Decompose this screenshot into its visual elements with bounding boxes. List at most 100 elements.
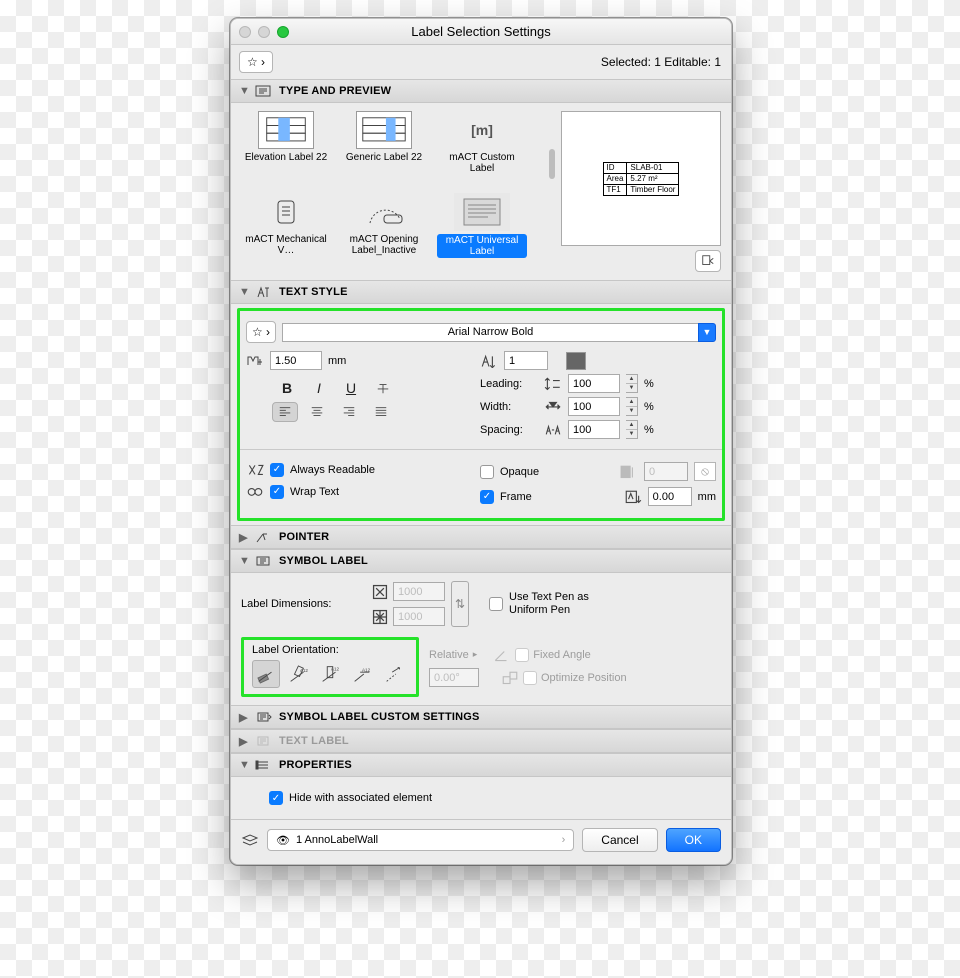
section-pointer[interactable]: ▶ POINTER [231, 525, 731, 549]
dim-x-icon [371, 583, 389, 601]
readable-icon [246, 462, 264, 478]
optimize-position-checkbox[interactable] [523, 671, 537, 685]
leading-stepper[interactable]: ▲▼ [626, 374, 638, 393]
width-icon [544, 399, 562, 415]
always-readable-checkbox[interactable]: ✓ [270, 463, 284, 477]
section-title: POINTER [279, 531, 329, 543]
dim-y-icon [371, 608, 389, 626]
opaque-label: Opaque [500, 466, 539, 478]
label-orientation-label: Label Orientation: [252, 644, 408, 656]
favorites-button[interactable]: ☆ › [239, 51, 273, 73]
align-left-button[interactable] [272, 402, 298, 422]
label-dimensions-label: Label Dimensions: [241, 598, 361, 610]
font-family-select[interactable]: Arial Narrow Bold ▼ [282, 323, 716, 342]
fixed-angle-checkbox[interactable] [515, 648, 529, 662]
settings-window: Label Selection Settings ☆ › Selected: 1… [230, 18, 732, 865]
spacing-input[interactable]: 100 [568, 420, 620, 439]
close-dot-icon[interactable] [239, 26, 251, 38]
text-pen-input[interactable]: 1 [504, 351, 548, 370]
font-size-input[interactable]: 1.50 [270, 351, 322, 370]
cancel-button[interactable]: Cancel [582, 828, 657, 852]
always-readable-label: Always Readable [290, 464, 375, 476]
section-symbol-label[interactable]: ▼ SYMBOL LABEL [231, 549, 731, 573]
properties-icon [255, 758, 273, 772]
traffic-lights [239, 26, 289, 38]
align-right-button[interactable] [336, 402, 362, 422]
frame-label: Frame [500, 491, 532, 503]
section-symbol-custom[interactable]: ▶ SYMBOL LABEL CUSTOM SETTINGS [231, 705, 731, 729]
spacing-stepper[interactable]: ▲▼ [626, 420, 638, 439]
orientation-custom-button[interactable] [380, 660, 408, 688]
optimize-icon [501, 670, 519, 686]
frame-checkbox[interactable]: ✓ [480, 490, 494, 504]
tile-mact-mechanical[interactable]: mACT Mechanical V… [241, 193, 331, 273]
disclosure-tri-icon: ▶ [239, 531, 249, 544]
tile-elevation-label[interactable]: Elevation Label 22 [241, 111, 331, 189]
disclosure-tri-icon: ▶ [239, 735, 249, 748]
orientation-horizontal-button[interactable]: A12 [348, 660, 376, 688]
layer-icon [241, 833, 259, 847]
opaque-checkbox[interactable] [480, 465, 494, 479]
spacing-icon [544, 422, 562, 438]
wrap-text-label: Wrap Text [290, 486, 339, 498]
text-style-icon [255, 285, 273, 299]
strikethrough-button[interactable] [372, 378, 394, 398]
section-type-preview[interactable]: ▼ TYPE AND PREVIEW [231, 79, 731, 103]
section-title: TYPE AND PREVIEW [279, 85, 391, 97]
tile-mact-custom[interactable]: [m] mACT Custom Label [437, 111, 527, 189]
relative-caret-icon: ▸ [473, 649, 478, 660]
custom-settings-icon [255, 710, 273, 724]
selection-count: Selected: 1 Editable: 1 [601, 55, 721, 69]
orientation-parallel-button[interactable] [252, 660, 280, 688]
section-text-style[interactable]: ▼ TEXT STYLE [231, 280, 731, 304]
section-properties[interactable]: ▼ PROPERTIES [231, 753, 731, 777]
tile-mact-opening[interactable]: mACT Opening Label_Inactive [339, 193, 429, 273]
minimize-dot-icon[interactable] [258, 26, 270, 38]
frame-offset-input[interactable]: 0.00 [648, 487, 692, 506]
frame-offset-icon [624, 489, 642, 505]
load-symbol-button[interactable] [695, 250, 721, 272]
use-text-pen-label: Use Text Pen as Uniform Pen [509, 591, 619, 617]
italic-button[interactable]: I [308, 378, 330, 398]
ok-button[interactable]: OK [666, 828, 721, 852]
font-style-toolbar: B I U [276, 378, 466, 398]
layer-select[interactable]: 👁1 AnnoLabelWall › [267, 829, 574, 851]
disclosure-tri-icon: ▼ [239, 759, 249, 771]
disclosure-tri-icon: ▼ [239, 286, 249, 298]
hide-with-element-checkbox[interactable]: ✓ [269, 791, 283, 805]
use-text-pen-checkbox[interactable] [489, 597, 503, 611]
dropdown-caret-icon: ▼ [698, 323, 716, 342]
bold-button[interactable]: B [276, 378, 298, 398]
opaque-pen-input: 0 [644, 462, 688, 481]
svg-text:A12: A12 [331, 666, 340, 671]
orientation-vertical-button[interactable]: A12 [316, 660, 344, 688]
leading-input[interactable]: 100 [568, 374, 620, 393]
align-justify-button[interactable] [368, 402, 394, 422]
wrap-text-checkbox[interactable]: ✓ [270, 485, 284, 499]
pointer-icon [255, 530, 273, 544]
pen-color-swatch[interactable] [566, 352, 586, 370]
relative-angle-input: 0.00° [429, 668, 479, 687]
tile-scrollbar[interactable] [547, 111, 557, 272]
window-title: Label Selection Settings [411, 24, 550, 39]
type-preview-icon [255, 84, 273, 98]
font-favorite-button[interactable]: ☆ › [246, 321, 276, 343]
tile-generic-label[interactable]: Generic Label 22 [339, 111, 429, 189]
text-style-highlight: ☆ › Arial Narrow Bold ▼ 1.50 mm [237, 308, 725, 521]
opaque-pen-icon [620, 464, 638, 480]
tile-mact-universal[interactable]: mACT Universal Label [437, 193, 527, 273]
orientation-perpendicular-button[interactable]: A12 [284, 660, 312, 688]
alignment-toolbar [272, 402, 466, 422]
underline-button[interactable]: U [340, 378, 362, 398]
pen-icon [480, 353, 498, 369]
zoom-dot-icon[interactable] [277, 26, 289, 38]
label-height-input: 1000 [393, 607, 445, 626]
section-text-label[interactable]: ▶ TEXT LABEL [231, 729, 731, 753]
relative-label: Relative [429, 649, 469, 661]
width-stepper[interactable]: ▲▼ [626, 397, 638, 416]
width-input[interactable]: 100 [568, 397, 620, 416]
align-center-button[interactable] [304, 402, 330, 422]
link-dimensions-button[interactable]: ⇅ [451, 581, 469, 627]
orientation-highlight: Label Orientation: A12 A12 A12 [241, 637, 419, 697]
label-preview: IDSLAB-01 Area5.27 m² TF1Timber Floor [561, 111, 721, 246]
